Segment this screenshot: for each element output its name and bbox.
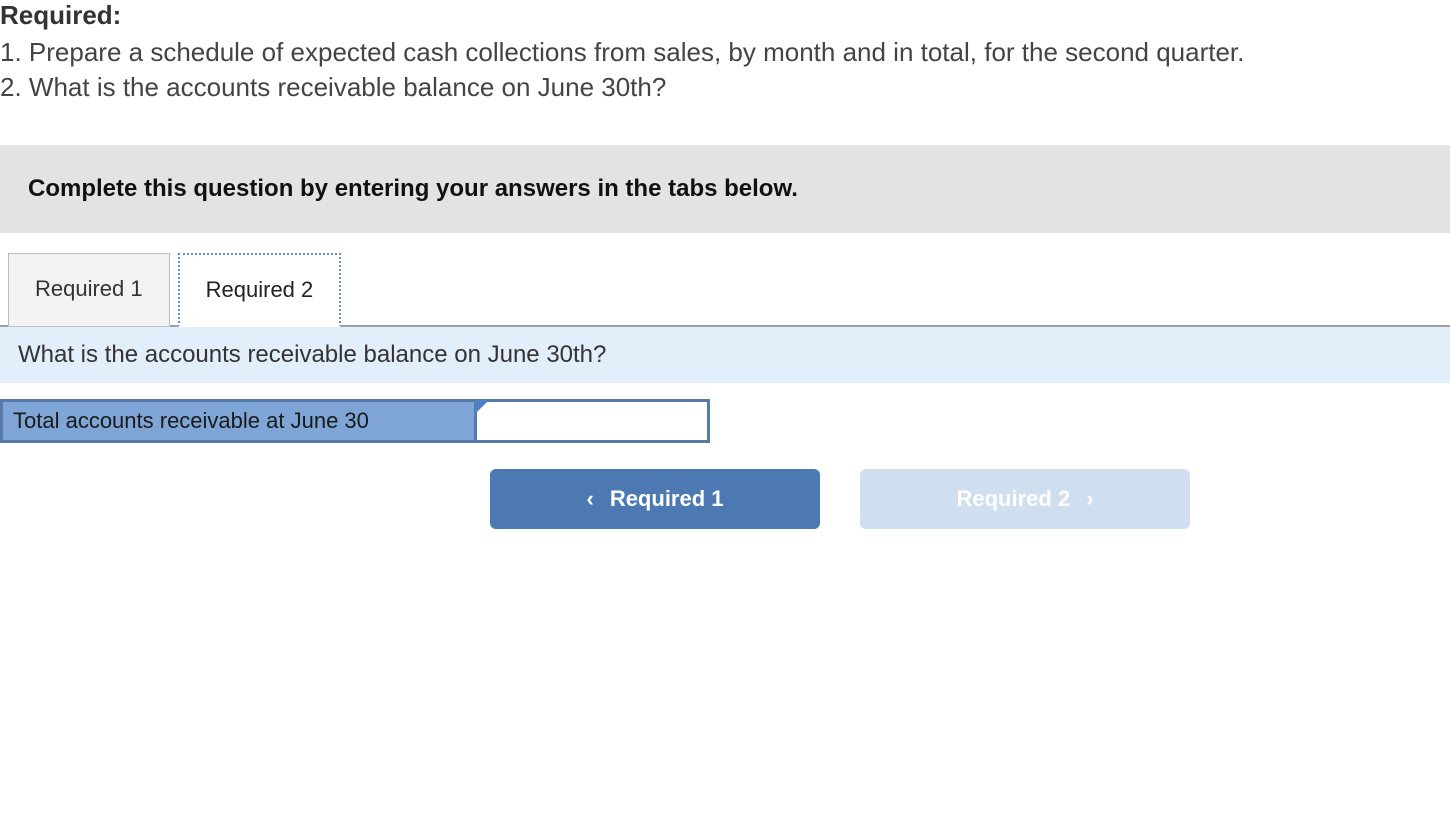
requirement-2: 2. What is the accounts receivable balan… (0, 70, 1450, 105)
nav-prev-label: Required 1 (610, 486, 724, 512)
tab-required-2[interactable]: Required 2 (178, 253, 342, 327)
answer-label: Total accounts receivable at June 30 (3, 402, 477, 440)
answer-row: Total accounts receivable at June 30 (0, 399, 710, 443)
tabs-container: Required 1 Required 2 (0, 251, 1450, 327)
requirement-1: 1. Prepare a schedule of expected cash c… (0, 35, 1450, 70)
chevron-right-icon: › (1086, 486, 1093, 512)
question-prompt: What is the accounts receivable balance … (0, 327, 1450, 383)
chevron-left-icon: ‹ (586, 486, 593, 512)
tab-required-1[interactable]: Required 1 (8, 253, 170, 327)
editable-cell-indicator-icon (475, 400, 489, 414)
required-title: Required: (0, 0, 1450, 31)
tabs: Required 1 Required 2 (0, 251, 1450, 325)
instruction-bar: Complete this question by entering your … (0, 145, 1450, 233)
nav-next-label: Required 2 (956, 486, 1070, 512)
question-header: Required: 1. Prepare a schedule of expec… (0, 0, 1450, 125)
answer-input-wrap (477, 402, 707, 440)
nav-prev-button[interactable]: ‹ Required 1 (490, 469, 820, 529)
instruction-text: Complete this question by entering your … (28, 175, 1422, 203)
nav-row: ‹ Required 1 Required 2 › (490, 469, 1450, 529)
nav-next-button: Required 2 › (860, 469, 1190, 529)
answer-input[interactable] (477, 402, 707, 440)
